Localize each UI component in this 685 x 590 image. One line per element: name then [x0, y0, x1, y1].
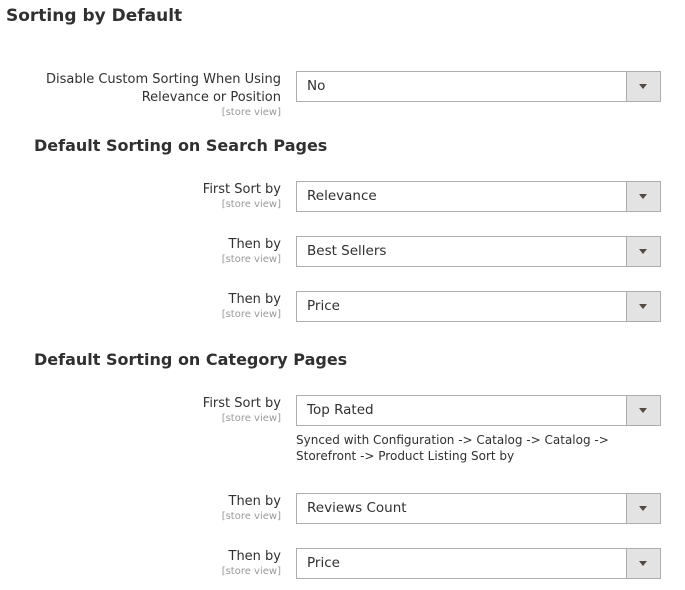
select-value: Top Rated [307, 402, 374, 418]
chevron-down-icon [639, 249, 647, 254]
field-label: First Sort by [store view] [203, 395, 281, 425]
scope-label: [store view] [221, 309, 281, 320]
scope-label: [store view] [221, 199, 281, 210]
select-value: Reviews Count [307, 500, 407, 516]
search-then-by-2-select[interactable]: Price [296, 291, 661, 322]
label-text: First Sort by [202, 182, 281, 197]
select-value: Price [307, 298, 340, 314]
label-text: First Sort by [202, 396, 281, 411]
select-value: Price [307, 555, 340, 571]
select-value: Best Sellers [307, 243, 387, 259]
dropdown-button[interactable] [626, 549, 660, 578]
category-then-by-2-select[interactable]: Price [296, 548, 661, 579]
label-text: Then by [228, 549, 282, 564]
section-title-search-pages: Default Sorting on Search Pages [34, 136, 328, 155]
label-text: Then by [228, 292, 282, 307]
chevron-down-icon [639, 408, 647, 413]
select-value: Relevance [307, 188, 377, 204]
category-then-by-1-select[interactable]: Reviews Count [296, 493, 661, 524]
scope-label: [store view] [221, 566, 281, 577]
label-text: Then by [228, 237, 282, 252]
scope-label: [store view] [221, 511, 281, 522]
dropdown-button[interactable] [626, 237, 660, 266]
dropdown-button[interactable] [626, 494, 660, 523]
field-label: Then by [store view] [222, 291, 281, 321]
page-title: Sorting by Default [6, 6, 183, 26]
field-label: Disable Custom Sorting When Using Releva… [46, 71, 281, 119]
chevron-down-icon [639, 194, 647, 199]
label-line-2: Relevance or Position [141, 90, 281, 105]
dropdown-button[interactable] [626, 182, 660, 211]
dropdown-button[interactable] [626, 396, 660, 425]
field-label: Then by [store view] [222, 493, 281, 523]
scope-label: [store view] [221, 107, 281, 118]
label-line-1: Disable Custom Sorting When Using [45, 72, 281, 87]
section-title-category-pages: Default Sorting on Category Pages [34, 350, 348, 369]
disable-custom-sorting-select[interactable]: No [296, 71, 661, 102]
chevron-down-icon [639, 304, 647, 309]
scope-label: [store view] [221, 413, 281, 424]
scope-label: [store view] [221, 254, 281, 265]
field-label: Then by [store view] [222, 548, 281, 578]
chevron-down-icon [639, 84, 647, 89]
label-text: Then by [228, 494, 282, 509]
field-note: Synced with Configuration -> Catalog -> … [296, 433, 609, 463]
search-then-by-1-select[interactable]: Best Sellers [296, 236, 661, 267]
field-label: Then by [store view] [222, 236, 281, 266]
dropdown-button[interactable] [626, 292, 660, 321]
category-first-sort-select[interactable]: Top Rated [296, 395, 661, 426]
chevron-down-icon [639, 506, 647, 511]
select-value: No [307, 78, 326, 94]
dropdown-button[interactable] [626, 72, 660, 101]
chevron-down-icon [639, 561, 647, 566]
field-label: First Sort by [store view] [203, 181, 281, 211]
search-first-sort-select[interactable]: Relevance [296, 181, 661, 212]
